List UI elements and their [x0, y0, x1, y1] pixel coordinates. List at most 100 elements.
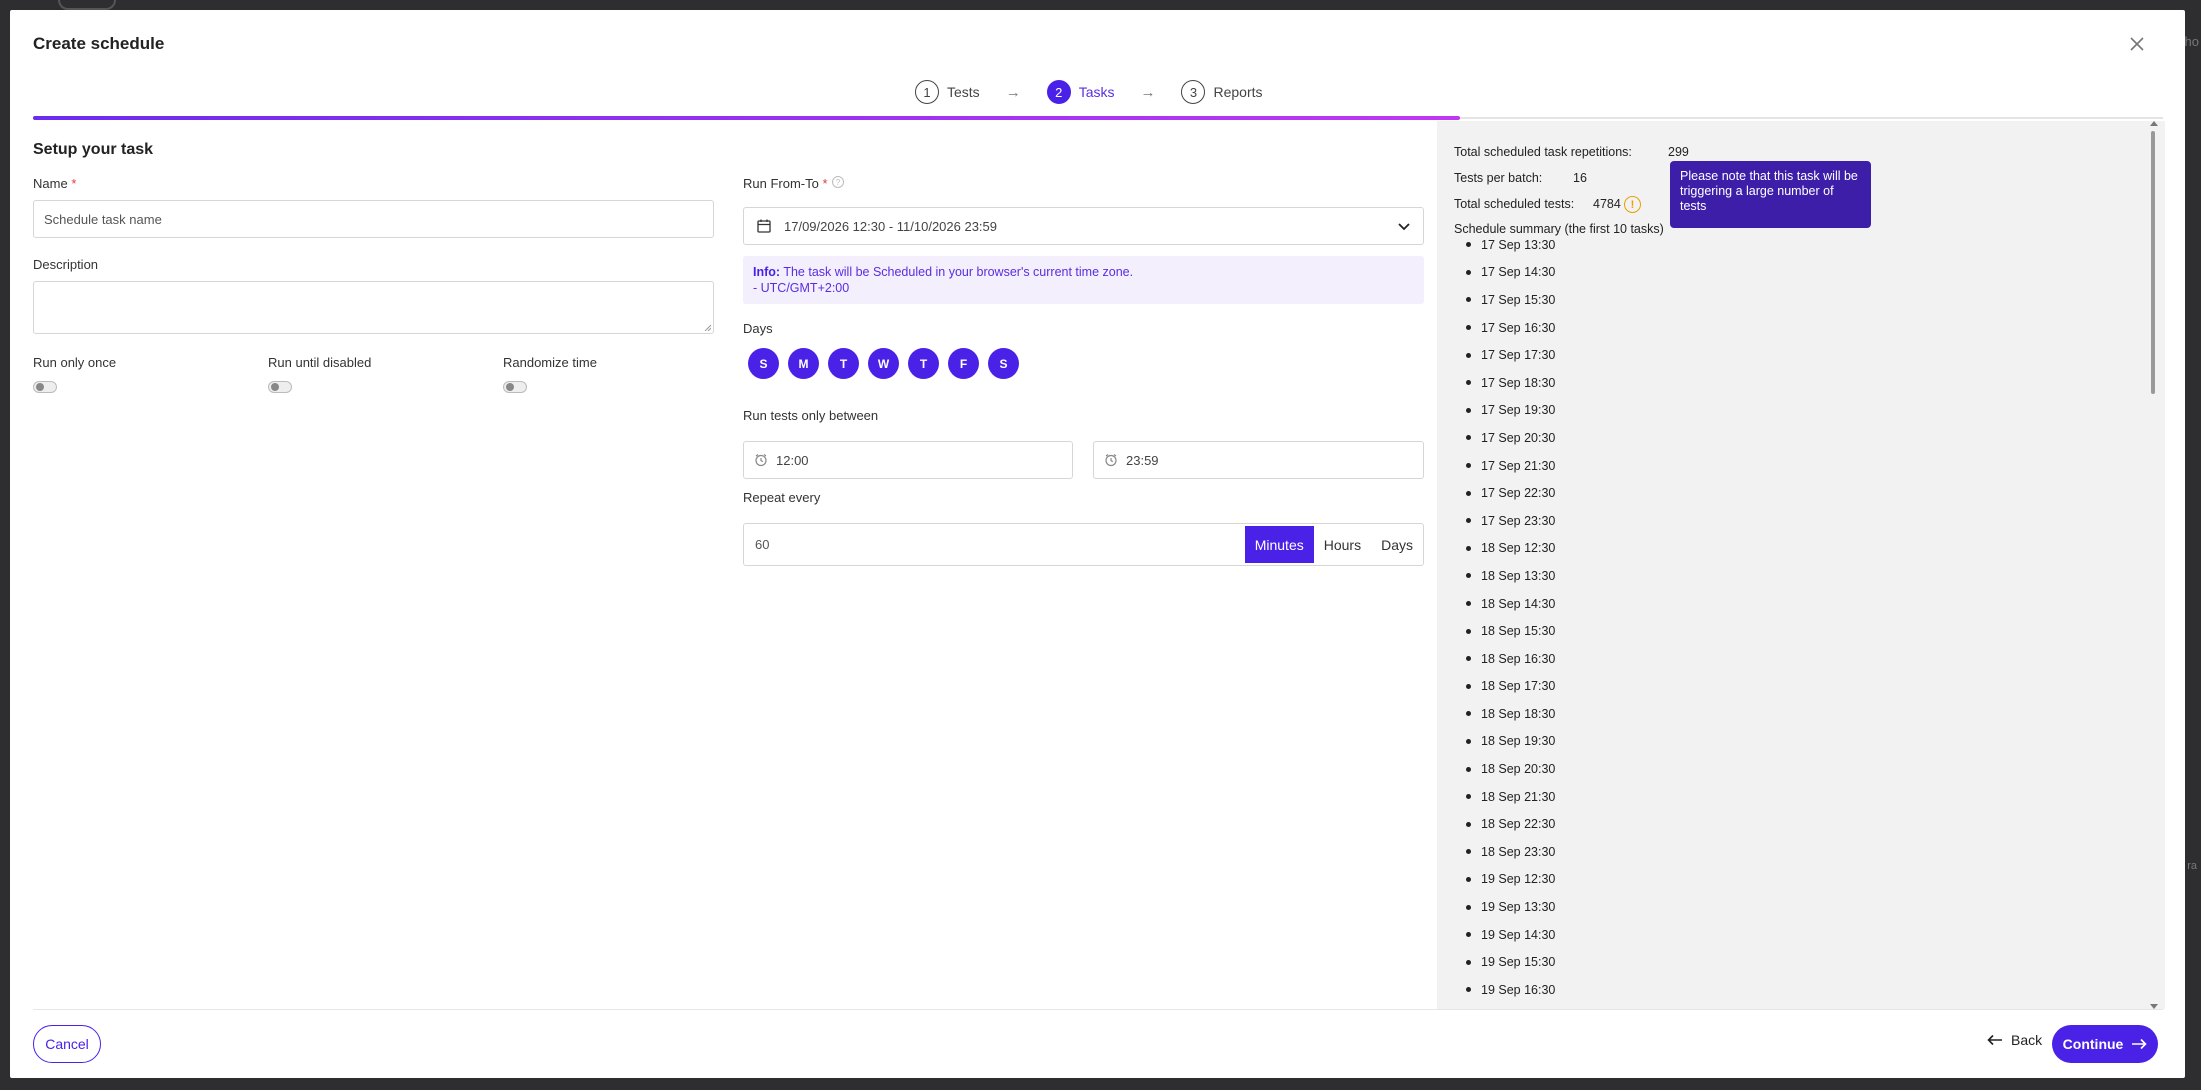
- stat-per-batch-value: 16: [1573, 171, 1587, 185]
- info-prefix: Info:: [753, 265, 781, 279]
- toggle-run-once[interactable]: [33, 381, 57, 393]
- repeat-value-input[interactable]: 60: [744, 537, 1245, 552]
- stepper: 1 Tests → 2 Tasks → 3 Reports: [915, 80, 1263, 104]
- day-friday[interactable]: F: [948, 348, 979, 379]
- day-monday[interactable]: M: [788, 348, 819, 379]
- time-to-input[interactable]: 23:59: [1093, 441, 1424, 479]
- clock-icon: [755, 454, 767, 467]
- schedule-list-item: 18 Sep 12:30: [1454, 535, 1555, 563]
- warning-icon[interactable]: !: [1624, 196, 1641, 213]
- calendar-icon: [757, 219, 771, 233]
- stat-total-tests: Total scheduled tests: 4784: [1454, 197, 1621, 211]
- schedule-list-item: 18 Sep 18:30: [1454, 700, 1555, 728]
- stat-per-batch: Tests per batch: 16: [1454, 171, 1587, 185]
- description-textarea[interactable]: [33, 281, 714, 334]
- close-button[interactable]: [2125, 32, 2149, 56]
- schedule-list-item: 18 Sep 15:30: [1454, 617, 1555, 645]
- run-from-to-label-text: Run From-To: [743, 176, 819, 191]
- back-button[interactable]: Back: [1987, 1032, 2042, 1048]
- step-number: 1: [915, 80, 939, 104]
- schedule-list-item: 19 Sep 15:30: [1454, 948, 1555, 976]
- repeat-every-field: 60 Minutes Hours Days: [743, 523, 1424, 566]
- schedule-list-item: 19 Sep 13:30: [1454, 893, 1555, 921]
- step-label: Tests: [947, 84, 980, 100]
- time-from-input[interactable]: 12:00: [743, 441, 1073, 479]
- step-reports[interactable]: 3 Reports: [1181, 80, 1263, 104]
- schedule-list-item: 18 Sep 19:30: [1454, 728, 1555, 756]
- modal-title: Create schedule: [33, 34, 165, 53]
- toggle-randomize-time[interactable]: [503, 381, 527, 393]
- schedule-list-item: 17 Sep 13:30: [1454, 231, 1555, 259]
- unit-hours-button[interactable]: Hours: [1314, 526, 1371, 563]
- arrow-right-icon: →: [1005, 83, 1021, 101]
- time-to-value: 23:59: [1126, 452, 1159, 468]
- step-tests[interactable]: 1 Tests: [915, 80, 980, 104]
- close-icon: [2130, 37, 2144, 51]
- name-input[interactable]: Schedule task name: [33, 200, 714, 238]
- description-label: Description: [33, 257, 99, 272]
- back-label: Back: [2011, 1032, 2043, 1048]
- background-element: [58, 0, 116, 10]
- toggle-label-run-once: Run only once: [33, 355, 117, 370]
- progress-bar: [33, 116, 1460, 120]
- run-from-to-label: Run From-To *: [743, 176, 828, 191]
- schedule-list-item: 19 Sep 16:30: [1454, 976, 1555, 1004]
- cancel-button[interactable]: Cancel: [33, 1025, 101, 1063]
- summary-scrollbar[interactable]: [2149, 121, 2159, 1009]
- resize-grip-icon[interactable]: [704, 324, 711, 331]
- continue-label: Continue: [2062, 1036, 2124, 1052]
- day-sunday[interactable]: S: [748, 348, 779, 379]
- day-saturday[interactable]: S: [988, 348, 1019, 379]
- schedule-summary-panel[interactable]: Total scheduled task repetitions: 299 Te…: [1437, 121, 2165, 1009]
- info-timezone: - UTC/GMT+2:00: [753, 281, 850, 295]
- schedule-list-item: 17 Sep 17:30: [1454, 341, 1555, 369]
- warning-tooltip: Please note that this task will be trigg…: [1670, 161, 1871, 228]
- schedule-list-item: 17 Sep 22:30: [1454, 479, 1555, 507]
- section-title: Setup your task: [33, 141, 154, 158]
- scroll-thumb[interactable]: [2151, 131, 2155, 394]
- unit-days-button[interactable]: Days: [1371, 526, 1423, 563]
- footer-divider: [33, 1009, 2163, 1010]
- step-tasks[interactable]: 2 Tasks: [1046, 80, 1114, 104]
- arrow-left-icon: [1987, 1034, 2002, 1046]
- info-text: The task will be Scheduled in your brows…: [783, 265, 1134, 279]
- schedule-list-item: 19 Sep 14:30: [1454, 921, 1555, 949]
- schedule-list-item: 17 Sep 20:30: [1454, 424, 1555, 452]
- schedule-list-item: 18 Sep 16:30: [1454, 645, 1555, 673]
- stat-repetitions: Total scheduled task repetitions: 299: [1454, 145, 1689, 159]
- day-wednesday[interactable]: W: [868, 348, 899, 379]
- repeat-label: Repeat every: [743, 490, 821, 505]
- schedule-list-item: 17 Sep 19:30: [1454, 397, 1555, 425]
- background-text-lower: ra: [2187, 860, 2197, 872]
- schedule-list-item: 17 Sep 23:30: [1454, 507, 1555, 535]
- run-between-label: Run tests only between: [743, 408, 879, 423]
- date-range-picker[interactable]: 17/09/2026 12:30 - 11/10/2026 23:59: [743, 207, 1424, 245]
- step-number: 3: [1181, 80, 1206, 104]
- arrow-right-icon: [2132, 1038, 2147, 1050]
- toggle-run-until-disabled[interactable]: [268, 381, 292, 393]
- continue-button[interactable]: Continue: [2052, 1025, 2158, 1063]
- toggle-label-run-until-disabled: Run until disabled: [268, 355, 372, 370]
- stat-repetitions-value: 299: [1668, 145, 1689, 159]
- name-placeholder: Schedule task name: [44, 211, 162, 227]
- schedule-list-item: 17 Sep 14:30: [1454, 259, 1555, 287]
- date-range-value: 17/09/2026 12:30 - 11/10/2026 23:59: [784, 218, 998, 234]
- stat-repetitions-label: Total scheduled task repetitions:: [1454, 145, 1632, 159]
- schedule-list-item: 18 Sep 23:30: [1454, 838, 1555, 866]
- step-label: Reports: [1213, 84, 1263, 100]
- timezone-info: Info: The task will be Scheduled in your…: [743, 256, 1424, 304]
- scroll-up-arrow-icon[interactable]: [2150, 121, 2158, 126]
- schedule-list-item: 18 Sep 21:30: [1454, 783, 1555, 811]
- unit-minutes-button[interactable]: Minutes: [1244, 526, 1314, 563]
- help-icon[interactable]: ?: [832, 176, 844, 188]
- schedule-list-item: 19 Sep 12:30: [1454, 866, 1555, 894]
- create-schedule-modal: Create schedule 1 Tests → 2 Tasks → 3 Re…: [10, 10, 2185, 1078]
- day-tuesday[interactable]: T: [828, 348, 859, 379]
- arrow-right-icon: →: [1140, 83, 1156, 101]
- schedule-list-item: 17 Sep 16:30: [1454, 314, 1555, 342]
- day-thursday[interactable]: T: [908, 348, 939, 379]
- schedule-list-item: 17 Sep 21:30: [1454, 452, 1555, 480]
- days-selector: S M T W T F S: [748, 348, 1019, 379]
- schedule-list-item: 18 Sep 20:30: [1454, 755, 1555, 783]
- stat-per-batch-label: Tests per batch:: [1454, 171, 1543, 185]
